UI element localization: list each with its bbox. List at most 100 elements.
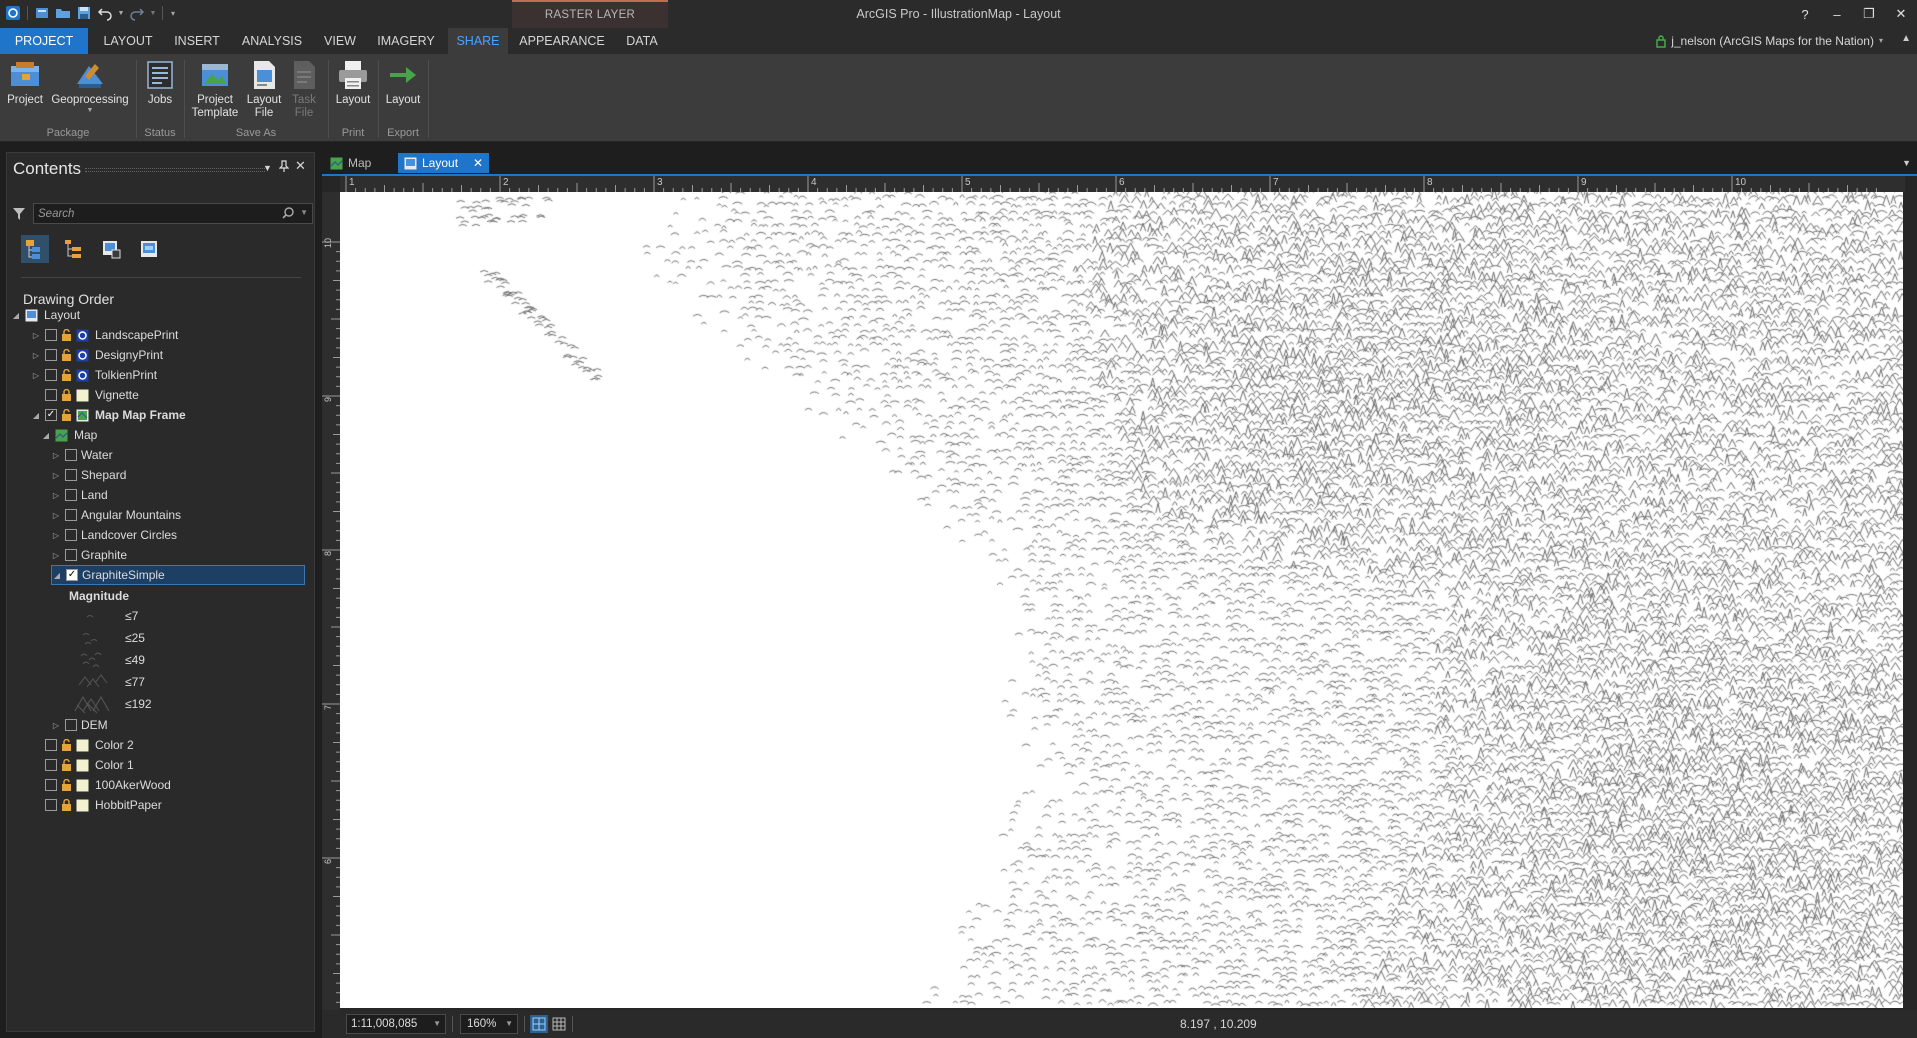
redo-icon[interactable] [128, 4, 146, 22]
expand-icon[interactable]: ▷ [51, 551, 61, 560]
tree-item-shepard[interactable]: ▷ Shepard [51, 465, 126, 485]
layout-view[interactable]: 1 2 3 4 5 6 7 8 9 10 10 9 8 7 6 [322, 174, 1917, 1014]
tree-item-dem[interactable]: ▷ DEM [51, 715, 108, 735]
tree-item-color-2[interactable]: Color 2 [45, 735, 134, 755]
document-list-dropdown-icon[interactable]: ▼ [1902, 158, 1911, 168]
scale-selector[interactable]: 1:11,008,085 ▼ [346, 1014, 446, 1034]
visibility-checkbox[interactable] [65, 549, 77, 561]
undo-icon[interactable] [96, 4, 114, 22]
collapse-icon[interactable]: ◢ [31, 411, 41, 420]
collapse-ribbon-icon[interactable]: ▲ [1901, 33, 1911, 44]
tree-item-graphite[interactable]: ▷ Graphite [51, 545, 127, 565]
search-input[interactable] [38, 206, 268, 222]
tab-analysis[interactable]: ANALYSIS [236, 28, 308, 54]
tree-item-angular-mountains[interactable]: ▷ Angular Mountains [51, 505, 181, 525]
layout-file-button[interactable]: Layout File [244, 58, 284, 120]
collapse-icon[interactable]: ◢ [11, 311, 21, 320]
pane-options-icon[interactable]: ▼ [263, 163, 272, 173]
package-project-button[interactable]: Project [3, 58, 47, 107]
expand-icon[interactable]: ▷ [51, 531, 61, 540]
zoom-selector[interactable]: 160% ▼ [460, 1014, 518, 1034]
grid-toggle-icon[interactable] [550, 1015, 568, 1033]
search-dropdown-icon[interactable]: ▼ [300, 208, 308, 217]
tree-item-land[interactable]: ▷ Land [51, 485, 108, 505]
tab-insert[interactable]: INSERT [168, 28, 226, 54]
expand-icon[interactable]: ▷ [31, 371, 41, 380]
tree-item-landscapeprint[interactable]: ▷ LandscapePrint [31, 325, 178, 345]
tab-imagery[interactable]: IMAGERY [372, 28, 440, 54]
visibility-checkbox[interactable] [45, 369, 57, 381]
tree-item-layout[interactable]: ◢ Layout [11, 305, 80, 325]
visibility-checkbox-checked[interactable]: ✓ [45, 409, 57, 421]
tab-map[interactable]: Map [324, 153, 377, 173]
list-by-snapping-icon[interactable] [97, 235, 125, 263]
visibility-checkbox[interactable] [65, 509, 77, 521]
visibility-checkbox-checked[interactable]: ✓ [66, 569, 78, 581]
tree-item-hobbitpaper[interactable]: HobbitPaper [45, 795, 162, 815]
map-frame-graphite-hatching[interactable] [340, 192, 1903, 1008]
minimize-button[interactable]: ‒ [1821, 0, 1853, 28]
new-project-icon[interactable] [33, 4, 51, 22]
visibility-checkbox[interactable] [65, 469, 77, 481]
close-pane-icon[interactable]: ✕ [295, 158, 306, 174]
expand-icon[interactable]: ▷ [51, 511, 61, 520]
expand-icon[interactable]: ▷ [31, 331, 41, 340]
tree-item-tolkienprint[interactable]: ▷ TolkienPrint [31, 365, 157, 385]
user-signin[interactable]: j_nelson (ArcGIS Maps for the Nation) ▾ [1656, 28, 1883, 54]
search-icon[interactable] [282, 207, 294, 222]
guides-toggle-icon[interactable] [530, 1015, 548, 1033]
customize-toolbar-icon[interactable]: ▾ [168, 4, 178, 22]
export-layout-button[interactable]: Layout [382, 58, 424, 107]
list-by-labeling-icon[interactable] [135, 235, 163, 263]
close-window-button[interactable]: ✕ [1885, 0, 1917, 28]
task-file-button[interactable]: Task File [286, 58, 322, 120]
undo-dropdown-icon[interactable]: ▼ [117, 4, 125, 22]
tab-view[interactable]: VIEW [318, 28, 362, 54]
restore-button[interactable]: ❐ [1853, 0, 1885, 28]
collapse-icon[interactable]: ◢ [41, 431, 51, 440]
pane-grip[interactable] [85, 168, 265, 172]
close-tab-icon[interactable]: ✕ [473, 156, 483, 170]
tab-data[interactable]: DATA [616, 28, 668, 54]
visibility-checkbox[interactable] [65, 719, 77, 731]
tree-item-landcover-circles[interactable]: ▷ Landcover Circles [51, 525, 177, 545]
drawing-order-icon[interactable] [21, 235, 49, 263]
visibility-checkbox[interactable] [45, 349, 57, 361]
expand-icon[interactable]: ▷ [31, 351, 41, 360]
visibility-checkbox[interactable] [45, 779, 57, 791]
tree-item-vignette[interactable]: Vignette [45, 385, 139, 405]
filter-icon[interactable] [13, 208, 25, 223]
expand-icon[interactable]: ▷ [51, 491, 61, 500]
visibility-checkbox[interactable] [45, 799, 57, 811]
open-folder-icon[interactable] [54, 4, 72, 22]
visibility-checkbox[interactable] [45, 759, 57, 771]
print-layout-button[interactable]: Layout [332, 58, 374, 107]
tree-item-map-frame[interactable]: ◢ ✓ Map Map Frame [31, 405, 186, 425]
tab-layout-document[interactable]: Layout ✕ [398, 153, 490, 173]
visibility-checkbox[interactable] [65, 449, 77, 461]
expand-icon[interactable]: ▷ [51, 721, 61, 730]
geoprocessing-button[interactable]: Geoprocessing ▼ [48, 58, 132, 115]
visibility-checkbox[interactable] [65, 489, 77, 501]
tab-share[interactable]: SHARE [448, 28, 508, 54]
visibility-checkbox[interactable] [45, 389, 57, 401]
collapse-icon[interactable]: ◢ [52, 571, 62, 580]
contents-search[interactable]: ▼ [33, 203, 313, 224]
expand-icon[interactable]: ▷ [51, 471, 61, 480]
project-template-button[interactable]: Project Template [188, 58, 242, 120]
visibility-checkbox[interactable] [45, 739, 57, 751]
help-button[interactable]: ? [1789, 0, 1821, 28]
selection-order-icon[interactable] [59, 235, 87, 263]
arcgis-app-icon[interactable] [4, 4, 22, 22]
layout-page[interactable] [340, 192, 1903, 1008]
pin-icon[interactable] [278, 160, 290, 175]
tree-item-map[interactable]: ◢ Map [41, 425, 97, 445]
tab-project[interactable]: PROJECT [0, 28, 88, 54]
tab-layout[interactable]: LAYOUT [96, 28, 160, 54]
visibility-checkbox[interactable] [65, 529, 77, 541]
tree-item-designyprint[interactable]: ▷ DesignyPrint [31, 345, 163, 365]
expand-icon[interactable]: ▷ [51, 451, 61, 460]
jobs-button[interactable]: Jobs [140, 58, 180, 107]
redo-dropdown-icon[interactable]: ▼ [149, 4, 157, 22]
tree-item-water[interactable]: ▷ Water [51, 445, 113, 465]
